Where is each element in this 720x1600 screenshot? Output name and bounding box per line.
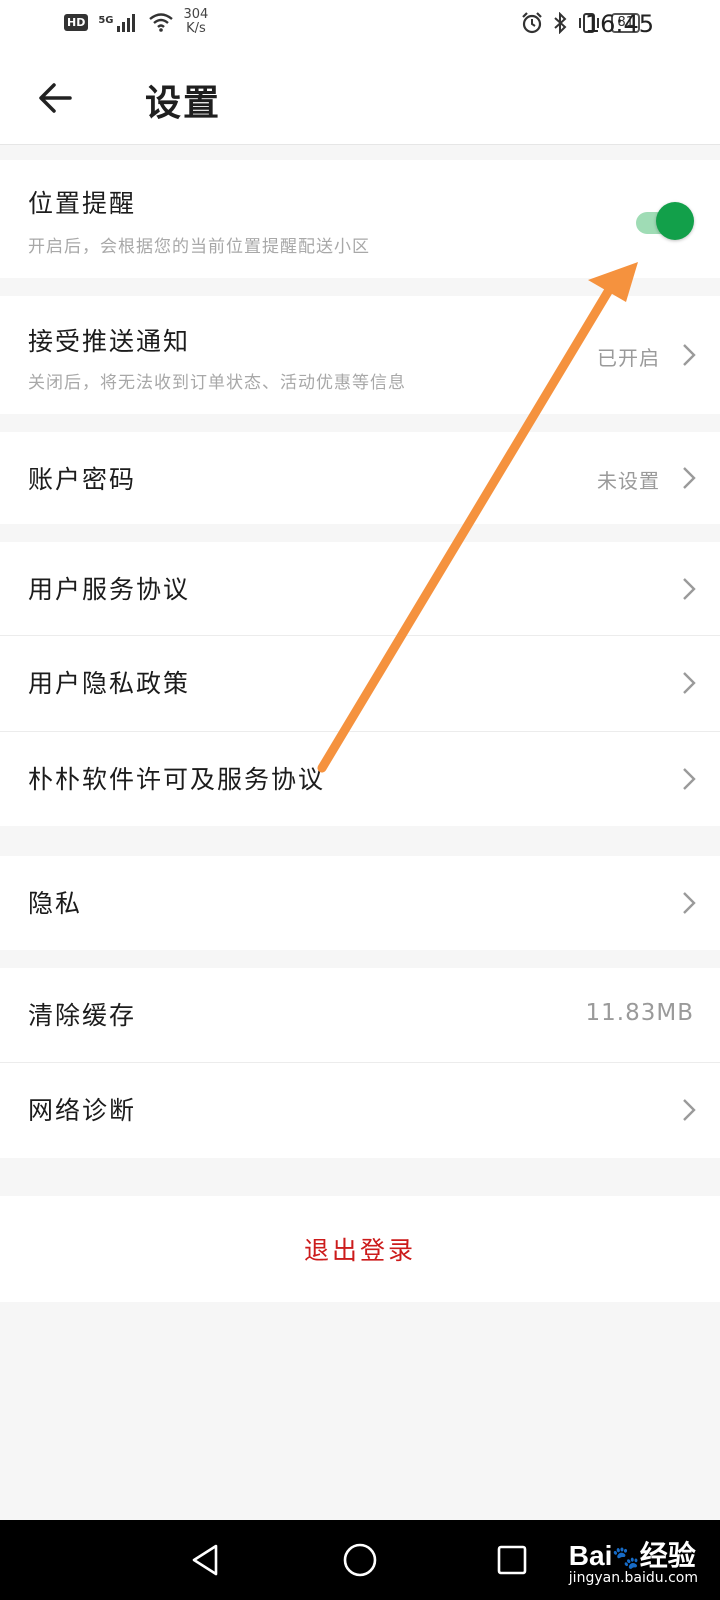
row-clear-cache[interactable]: 清除缓存 11.83MB bbox=[0, 968, 720, 1063]
group-account: 账户密码 未设置 bbox=[0, 432, 720, 524]
push-notifications-value: 已开启 bbox=[597, 346, 660, 370]
row-push-notifications[interactable]: 接受推送通知 关闭后，将无法收到订单状态、活动优惠等信息 已开启 bbox=[0, 296, 720, 414]
hd-badge: HD bbox=[64, 13, 89, 31]
signal-icon bbox=[116, 14, 135, 32]
row-privacy[interactable]: 隐私 bbox=[0, 856, 720, 950]
group-push: 接受推送通知 关闭后，将无法收到订单状态、活动优惠等信息 已开启 bbox=[0, 296, 720, 414]
group-location: 位置提醒 开启后，会根据您的当前位置提醒配送小区 bbox=[0, 160, 720, 278]
back-arrow-icon bbox=[39, 83, 72, 113]
status-bar: HD 5G 304 K/s 81 16:45 bbox=[0, 0, 720, 52]
logout-label: 退出登录 bbox=[303, 1236, 416, 1265]
location-reminder-subtitle: 开启后，会根据您的当前位置提醒配送小区 bbox=[28, 237, 370, 257]
watermark-brand: Bai🐾经验 bbox=[569, 1534, 698, 1574]
wifi-icon bbox=[148, 13, 173, 32]
bluetooth-icon bbox=[554, 12, 567, 34]
privacy-title: 隐私 bbox=[28, 889, 83, 918]
network-diagnosis-title: 网络诊断 bbox=[28, 1096, 137, 1125]
nav-home-button[interactable] bbox=[340, 1540, 380, 1580]
toggle-knob bbox=[656, 202, 694, 240]
row-account-password[interactable]: 账户密码 未设置 bbox=[0, 432, 720, 524]
chevron-right-icon bbox=[683, 1099, 696, 1121]
push-notifications-title: 接受推送通知 bbox=[28, 327, 191, 356]
location-reminder-toggle[interactable] bbox=[630, 202, 694, 240]
chevron-right-icon bbox=[683, 892, 696, 914]
row-software-license[interactable]: 朴朴软件许可及服务协议 bbox=[0, 732, 720, 826]
row-location-reminder: 位置提醒 开启后，会根据您的当前位置提醒配送小区 bbox=[0, 160, 720, 278]
network-type: 5G bbox=[98, 15, 114, 26]
user-privacy-policy-title: 用户隐私政策 bbox=[28, 669, 191, 698]
location-reminder-title: 位置提醒 bbox=[28, 189, 137, 218]
row-user-service-agreement[interactable]: 用户服务协议 bbox=[0, 542, 720, 636]
square-recents-icon bbox=[497, 1545, 527, 1575]
triangle-back-icon bbox=[192, 1544, 218, 1576]
push-notifications-subtitle: 关闭后，将无法收到订单状态、活动优惠等信息 bbox=[28, 373, 406, 393]
chevron-right-icon bbox=[683, 768, 696, 790]
row-user-privacy-policy[interactable]: 用户隐私政策 bbox=[0, 636, 720, 732]
account-password-title: 账户密码 bbox=[28, 465, 137, 494]
row-network-diagnosis[interactable]: 网络诊断 bbox=[0, 1063, 720, 1158]
paw-icon: 🐾 bbox=[612, 1545, 640, 1570]
speed-unit: K/s bbox=[186, 21, 206, 36]
alarm-icon bbox=[522, 12, 543, 34]
group-tools: 清除缓存 11.83MB 网络诊断 bbox=[0, 968, 720, 1158]
clear-cache-title: 清除缓存 bbox=[28, 1001, 137, 1030]
logout-button[interactable]: 退出登录 bbox=[0, 1196, 720, 1302]
status-left: HD 5G 304 K/s bbox=[64, 8, 208, 36]
clear-cache-value: 11.83MB bbox=[585, 1000, 694, 1026]
circle-home-icon bbox=[343, 1543, 377, 1577]
watermark-url: jingyan.baidu.com bbox=[568, 1570, 698, 1586]
chevron-right-icon bbox=[683, 578, 696, 600]
group-agreements: 用户服务协议 用户隐私政策 朴朴软件许可及服务协议 bbox=[0, 542, 720, 826]
software-license-title: 朴朴软件许可及服务协议 bbox=[28, 765, 326, 794]
group-privacy: 隐私 bbox=[0, 856, 720, 950]
chevron-right-icon bbox=[683, 344, 696, 366]
network-speed: 304 K/s bbox=[184, 8, 209, 36]
page-title: 设置 bbox=[145, 83, 222, 124]
user-service-agreement-title: 用户服务协议 bbox=[28, 575, 191, 604]
nav-recents-button[interactable] bbox=[492, 1540, 532, 1580]
chevron-right-icon bbox=[683, 467, 696, 489]
app-bar: 设置 bbox=[0, 52, 720, 145]
clock: 16:45 bbox=[584, 10, 654, 38]
account-password-value: 未设置 bbox=[597, 469, 660, 493]
back-button[interactable] bbox=[34, 76, 78, 120]
chevron-right-icon bbox=[683, 672, 696, 694]
speed-value: 304 bbox=[183, 7, 209, 22]
watermark-brand-text: Bai bbox=[568, 1540, 613, 1571]
watermark-brand-suffix: 经验 bbox=[639, 1540, 696, 1571]
baidu-watermark: Bai🐾经验 jingyan.baidu.com bbox=[569, 1534, 698, 1586]
nav-back-button[interactable] bbox=[186, 1540, 226, 1580]
